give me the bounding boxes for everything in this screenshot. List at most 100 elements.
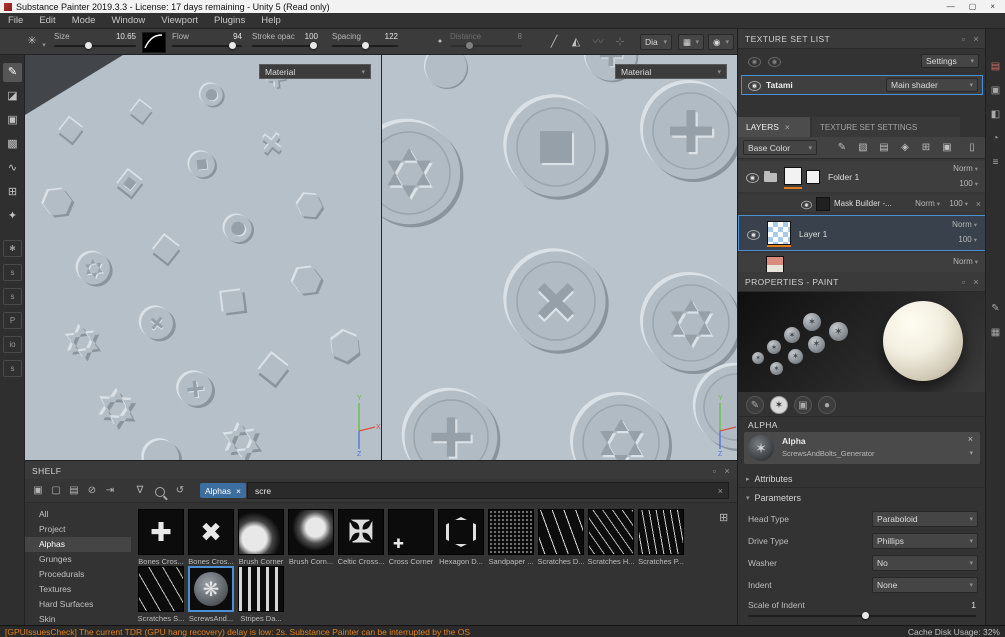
stroke-opacity-control[interactable]: Stroke opac 100 xyxy=(252,31,318,53)
layer-mask-thumbnail[interactable] xyxy=(806,170,820,184)
paint-tool-button[interactable]: ✎ xyxy=(3,63,22,82)
blend-mode-dropdown[interactable]: Norm ▾ xyxy=(915,199,940,208)
blend-mode-dropdown[interactable]: Norm ▾ xyxy=(953,257,978,266)
category-alphas[interactable]: Alphas xyxy=(25,537,131,552)
filter-tag-close-icon[interactable]: × xyxy=(236,486,241,496)
shelf-item[interactable]: Scratches D... xyxy=(537,509,585,566)
texture-set-settings-dropdown[interactable]: Settings ▾ xyxy=(921,54,979,68)
notes-dock-icon[interactable]: ✎ xyxy=(988,301,1003,316)
scale-of-indent-slider[interactable] xyxy=(748,612,976,620)
blend-mode-dropdown[interactable]: Norm ▾ xyxy=(952,220,977,229)
texture-set-row-tatami[interactable]: Tatami Main shader ▾ xyxy=(741,75,983,95)
refresh-icon[interactable]: ↺ xyxy=(173,484,187,498)
remove-effect-icon[interactable]: × xyxy=(976,199,981,209)
layer-name[interactable]: Layer 1 xyxy=(799,229,827,239)
add-folder-icon[interactable]: ▣ xyxy=(939,140,955,156)
alpha-clear-icon[interactable]: × xyxy=(968,434,973,444)
viewport-3d-canvas[interactable] xyxy=(25,55,381,460)
material-view-dropdown-3d[interactable]: Material ▾ xyxy=(259,64,371,79)
smudge-tool-button[interactable]: ∿ xyxy=(3,159,22,178)
opacity-dropdown[interactable]: 100 ▾ xyxy=(959,179,978,188)
alignment-dropdown[interactable]: Dia ▾ xyxy=(640,34,672,50)
tab-layers[interactable]: LAYERS × xyxy=(738,117,810,137)
shelf-export-icon[interactable]: ⇥ xyxy=(103,484,117,498)
shelf-new-icon[interactable]: ▢ xyxy=(49,484,63,498)
shelf-item[interactable]: ✠ Celtic Cross... xyxy=(337,509,385,566)
delete-layer-icon[interactable]: ▯ xyxy=(964,140,980,156)
spacing-slider[interactable] xyxy=(332,42,398,50)
filter-tag-alphas[interactable]: Alphas × xyxy=(200,483,246,498)
shelf-item[interactable]: Scratches H... xyxy=(587,509,635,566)
layer-visibility-icon[interactable] xyxy=(746,173,759,183)
category-grunges[interactable]: Grunges xyxy=(25,552,131,567)
layer-visibility-icon[interactable] xyxy=(747,230,760,240)
minimize-button[interactable]: — xyxy=(947,2,955,11)
parameters-section-header[interactable]: ▾ Parameters xyxy=(738,490,986,506)
projection-tool-button[interactable]: ▣ xyxy=(3,111,22,130)
spacing-control[interactable]: Spacing 122 xyxy=(332,31,398,53)
shelf-item[interactable]: ✚ Bones Cros... xyxy=(137,509,185,566)
category-procedurals[interactable]: Procedurals xyxy=(25,567,131,582)
channel-dropdown[interactable]: Base Color ▾ xyxy=(743,140,817,155)
layer-name[interactable]: Folder 1 xyxy=(828,172,859,182)
layer-thumbnail[interactable] xyxy=(784,167,802,185)
shelf-item-selected[interactable]: ❋ ScrewsAnd... xyxy=(187,566,235,623)
alpha-chevron-icon[interactable]: ▾ xyxy=(969,449,973,457)
layer-row-mask-builder[interactable]: Mask Builder -... Norm ▾ 100 ▾ × xyxy=(738,195,986,213)
shelf-library-icon[interactable]: ▤ xyxy=(67,484,81,498)
texture-set-float-icon[interactable]: ▫ xyxy=(962,34,966,44)
shelf-close-icon[interactable]: × xyxy=(724,466,730,476)
plugin-button-2[interactable]: s xyxy=(3,264,22,281)
blend-mode-dropdown[interactable]: Norm ▾ xyxy=(953,164,978,173)
menu-help[interactable]: Help xyxy=(253,15,289,26)
polygon-fill-tool-button[interactable]: ▩ xyxy=(3,135,22,154)
eraser-tool-button[interactable]: ◪ xyxy=(3,87,22,106)
menu-edit[interactable]: Edit xyxy=(31,15,63,26)
layer-thumbnail[interactable] xyxy=(766,256,784,272)
shelf-item[interactable]: Sandpaper ... xyxy=(487,509,535,566)
symmetry-icon[interactable]: ◭ xyxy=(568,34,584,50)
history-dock-icon[interactable]: ◔ xyxy=(988,131,1003,146)
maximize-button[interactable]: ▢ xyxy=(969,2,977,11)
log-dock-icon[interactable]: ≡ xyxy=(988,155,1003,170)
viewport-2d[interactable]: Material ▾ Y X Z xyxy=(381,55,737,460)
category-project[interactable]: Project xyxy=(25,522,131,537)
size-slider[interactable] xyxy=(54,42,136,50)
brush-falloff-preview[interactable] xyxy=(142,32,166,53)
layer-row-layer1-selected[interactable]: Layer 1 Norm ▾ 100 ▾ xyxy=(738,215,986,251)
stroke-opacity-slider[interactable] xyxy=(252,42,318,50)
display-dock-icon[interactable]: ▣ xyxy=(988,83,1003,98)
add-fill-layer-icon[interactable]: ◈ xyxy=(897,140,913,156)
shelf-item[interactable]: ✖ Bones Cros... xyxy=(187,509,235,566)
shader-dock-icon[interactable]: ◧ xyxy=(988,107,1003,122)
shelf-add-resource-icon[interactable]: ▣ xyxy=(31,484,45,498)
shelf-item[interactable]: Brush Corner xyxy=(237,509,285,566)
head-type-dropdown[interactable]: Paraboloid ▾ xyxy=(872,511,978,527)
eye-icon[interactable] xyxy=(748,81,761,91)
shelf-search-field[interactable]: × xyxy=(247,482,729,499)
add-layer-icon[interactable]: ⊞ xyxy=(918,140,934,156)
stroke-line-icon[interactable]: ╱ xyxy=(546,34,562,50)
drive-type-dropdown[interactable]: Phillips ▾ xyxy=(872,533,978,549)
plugin-button-5[interactable]: io xyxy=(3,336,22,353)
shelf-item[interactable]: ✚ Cross Corner xyxy=(387,509,435,566)
layer-row-partial[interactable]: Norm ▾ xyxy=(738,253,986,272)
material-view-dropdown-2d[interactable]: Material ▾ xyxy=(615,64,727,79)
menu-window[interactable]: Window xyxy=(103,15,153,26)
grid-view-icon[interactable]: ⊞ xyxy=(719,511,728,524)
category-textures[interactable]: Textures xyxy=(25,582,131,597)
viewport-2d-canvas[interactable] xyxy=(382,55,737,460)
properties-float-icon[interactable]: ▫ xyxy=(962,277,966,287)
add-smart-material-icon[interactable]: ▤ xyxy=(876,140,892,156)
grid-snap-icon[interactable]: ⊹ xyxy=(612,34,628,50)
effect-name[interactable]: Mask Builder -... xyxy=(834,199,892,208)
menu-mode[interactable]: Mode xyxy=(64,15,104,26)
opacity-dropdown[interactable]: 100 ▾ xyxy=(958,235,977,244)
alpha-resource-selector[interactable]: ✶ Alpha ScrewsAndBolts_Generator × ▾ xyxy=(744,432,980,464)
menu-plugins[interactable]: Plugins xyxy=(206,15,253,26)
menu-viewport[interactable]: Viewport xyxy=(153,15,206,26)
tab-layers-close-icon[interactable]: × xyxy=(785,122,790,132)
camera-mode-dropdown[interactable]: ◉ ▾ xyxy=(708,34,734,50)
shelf-hide-icon[interactable]: ⊘ xyxy=(85,484,99,498)
effect-thumbnail[interactable] xyxy=(816,197,830,211)
